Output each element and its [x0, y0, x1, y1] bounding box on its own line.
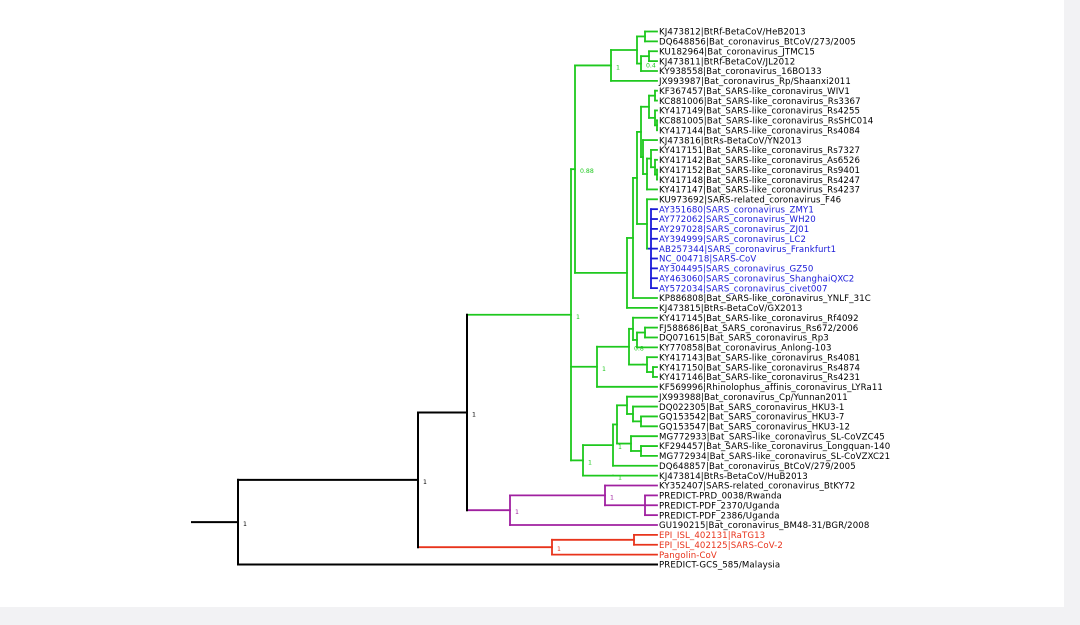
taxon-label: KY417144|Bat_SARS-like_coronavirus_Rs408… — [659, 126, 860, 136]
support-value: 1 — [618, 444, 622, 451]
support-value: 1 — [576, 314, 580, 321]
taxon-label: KF294457|Bat_SARS-like_coronavirus_Longq… — [659, 442, 890, 452]
support-value: 0.88 — [580, 168, 594, 175]
taxon-label: DQ648857|Bat_coronavirus_BtCoV/279/2005 — [659, 462, 856, 472]
taxon-label: AY772062|SARS_coronavirus_WH20 — [659, 215, 816, 225]
taxon-label: KY417152|Bat_SARS-like_coronavirus_Rs940… — [659, 166, 860, 176]
support-value: 1 — [618, 475, 622, 482]
support-value: 1 — [602, 366, 606, 373]
taxon-label: KY417150|Bat_SARS-like_coronavirus_Rs487… — [659, 363, 860, 373]
taxon-label: Pangolin-CoV — [659, 551, 717, 561]
support-value: 0.8 — [634, 346, 644, 353]
taxon-label: KY417145|Bat_SARS-like_coronavirus_Rf409… — [659, 314, 859, 324]
taxon-label: GU190215|Bat_coronavirus_BM48-31/BGR/200… — [659, 521, 869, 531]
taxon-label: AB257344|SARS_coronavirus_Frankfurt1 — [659, 245, 836, 255]
taxon-label: KJ473811|BtRf-BetaCoV/JL2012 — [659, 57, 795, 67]
support-value: 1 — [515, 509, 519, 516]
support-value: 1 — [557, 546, 561, 553]
taxon-label: MG772933|Bat_SARS-like_coronavirus_SL-Co… — [659, 432, 885, 442]
taxon-label: KY417151|Bat_SARS-like_coronavirus_Rs732… — [659, 146, 860, 156]
taxon-label: KJ473815|BtRs-BetaCoV/GX2013 — [659, 304, 802, 314]
tree-viewer: 0.4 1 0.88 0.8 1 1 1 1 1 1 1 1 1 1 1 KJ473812|BtRf-Beta… — [0, 0, 1080, 625]
taxon-label: AY463060|SARS_coronavirus_ShanghaiQXC2 — [659, 274, 854, 284]
taxon-label: AY297028|SARS_coronavirus_ZJ01 — [659, 225, 809, 235]
taxon-label: KJ473814|BtRs-BetaCoV/HuB2013 — [659, 472, 808, 482]
taxon-label: AY304495|SARS_coronavirus_GZ50 — [659, 265, 813, 275]
support-value: 1 — [243, 521, 247, 528]
support-value: 1 — [423, 479, 427, 486]
tree-canvas: 0.4 1 0.88 0.8 1 1 1 1 1 1 1 1 1 1 1 KJ473812|BtRf-Beta… — [0, 0, 1064, 607]
support-value: 1 — [610, 494, 614, 501]
support-value: 1 — [616, 64, 620, 71]
taxon-label: PREDICT-PDF_2386/Uganda — [659, 511, 780, 521]
taxon-label: KU182964|Bat_coronavirus_JTMC15 — [659, 47, 815, 57]
taxon-label: KY417142|Bat_SARS-like_coronavirus_As652… — [659, 156, 860, 166]
scroll-track — [1064, 0, 1080, 625]
taxon-label: DQ648856|Bat_coronavirus_BtCoV/273/2005 — [659, 38, 856, 48]
support-value: 1 — [472, 411, 476, 418]
taxon-label: GQ153547|Bat_SARS_coronavirus_HKU3-12 — [659, 423, 850, 433]
taxon-label: KU973692|SARS-related_coronavirus_F46 — [659, 195, 841, 205]
taxon-label: KY417143|Bat_SARS-like_coronavirus_Rs408… — [659, 353, 860, 363]
taxon-label: JX993987|Bat_coronavirus_Rp/Shaanxi2011 — [658, 77, 851, 87]
taxon-label: KY417147|Bat_SARS-like_coronavirus_Rs423… — [659, 186, 860, 196]
phylogenetic-tree: 0.4 1 0.88 0.8 1 1 1 1 1 1 1 1 1 1 1 KJ473812|BtRf-Beta… — [191, 28, 890, 571]
taxon-label: EPI_ISL_402125|SARS-CoV-2 — [659, 541, 783, 551]
taxon-label: KF367457|Bat_SARS-like_coronavirus_WIV1 — [659, 87, 850, 97]
taxon-label: KY417148|Bat_SARS-like_coronavirus_Rs424… — [659, 176, 860, 186]
taxon-label: KY770858|Bat_coronavirus_Anlong-103 — [659, 344, 832, 354]
taxon-label: KJ473816|BtRs-BetaCoV/YN2013 — [659, 136, 802, 146]
support-value: 0.4 — [646, 63, 656, 70]
taxon-label: PREDICT-PDF_2370/Uganda — [659, 501, 780, 511]
taxon-label: KC881005|Bat_SARS-like_coronavirus_RsSHC… — [659, 117, 873, 127]
taxon-label: MG772934|Bat_SARS-like_coronavirus_SL-Co… — [659, 452, 890, 462]
taxon-label: DQ022305|Bat_SARS_coronavirus_HKU3-1 — [659, 403, 844, 413]
taxon-label: KY417146|Bat_SARS-like_coronavirus_Rs423… — [659, 373, 860, 383]
taxon-label: FJ588686|Bat_SARS_coronavirus_Rs672/2006 — [659, 324, 858, 334]
taxon-label: KY352407|SARS-related_coronavirus_BtKY72 — [659, 482, 855, 492]
taxon-label: GQ153542|Bat_SARS_coronavirus_HKU3-7 — [659, 413, 845, 423]
taxon-label: KC881006|Bat_SARS-like_coronavirus_Rs336… — [659, 97, 861, 107]
taxon-label: KY417149|Bat_SARS-like_coronavirus_Rs425… — [659, 107, 860, 117]
taxon-label: JX993988|Bat_coronavirus_Cp/Yunnan2011 — [658, 393, 848, 403]
taxon-label: DQ071615|Bat_SARS_coronavirus_Rp3 — [659, 334, 829, 344]
taxon-label: PREDICT-GCS_585/Malaysia — [659, 561, 780, 571]
taxon-label: PREDICT-PRD_0038/Rwanda — [659, 492, 782, 502]
taxon-label: KY938558|Bat_coronavirus_16BO133 — [659, 67, 822, 77]
taxon-label: KF569996|Rhinolophus_affinis_coronavirus… — [659, 383, 883, 393]
taxon-label: KP886808|Bat_SARS-like_coronavirus_YNLF_… — [659, 294, 871, 304]
taxon-label: NC_004718|SARS-CoV — [659, 255, 756, 265]
taxon-label: EPI_ISL_402131|RaTG13 — [659, 531, 765, 541]
taxon-label: AY394999|SARS_coronavirus_LC2 — [659, 235, 806, 245]
taxon-label: KJ473812|BtRf-BetaCoV/HeB2013 — [659, 28, 806, 38]
taxon-label: AY351680|SARS_coronavirus_ZMY1 — [659, 205, 814, 215]
support-value: 1 — [588, 459, 592, 466]
taxon-label: AY572034|SARS_coronavirus_civet007 — [659, 284, 828, 294]
